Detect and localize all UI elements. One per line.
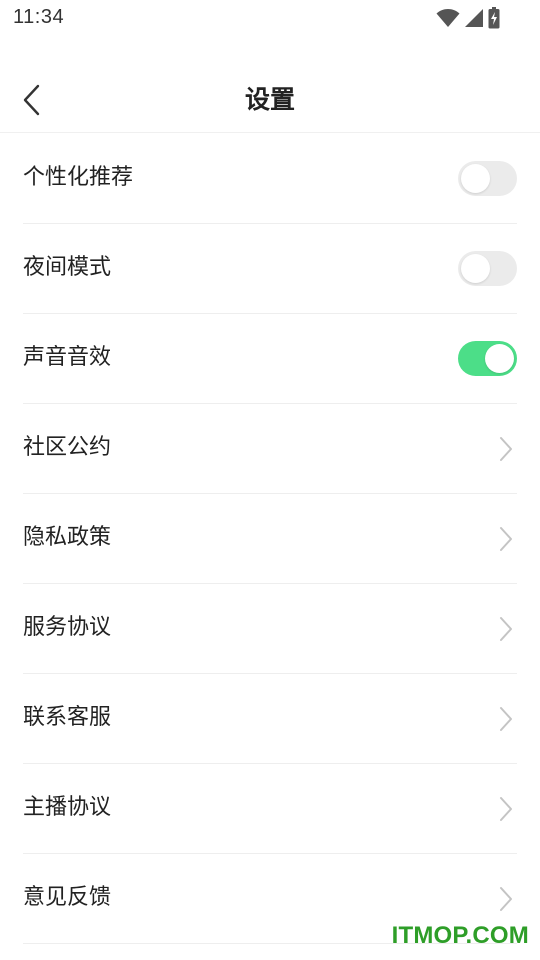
toggle-knob [485, 344, 514, 373]
signal-icon [465, 9, 483, 27]
setting-streamer-agreement[interactable]: 主播协议 [23, 764, 517, 854]
toggle-knob [461, 164, 490, 193]
status-time: 11:34 [13, 6, 65, 28]
setting-label: 服务协议 [23, 615, 112, 640]
setting-label: 声音音效 [23, 345, 112, 370]
chevron-right-icon [500, 437, 512, 461]
watermark: ITMOP.COM [391, 922, 529, 949]
chevron-right-icon [500, 707, 512, 731]
sound-effects-toggle[interactable] [458, 341, 517, 376]
chevron-right-icon [500, 527, 512, 551]
setting-label: 意见反馈 [23, 885, 112, 910]
status-icons [436, 7, 500, 29]
night-mode-toggle[interactable] [458, 251, 517, 286]
setting-night-mode: 夜间模式 [23, 224, 517, 314]
setting-contact-support[interactable]: 联系客服 [23, 674, 517, 764]
battery-charging-icon [488, 7, 500, 29]
setting-label: 个性化推荐 [23, 165, 134, 190]
setting-personalized-recommendation: 个性化推荐 [23, 134, 517, 224]
wifi-icon [436, 9, 460, 27]
personalized-recommendation-toggle[interactable] [458, 161, 517, 196]
setting-label: 社区公约 [23, 435, 112, 460]
setting-label: 隐私政策 [23, 525, 112, 550]
toggle-knob [461, 254, 490, 283]
status-bar: 11:34 [0, 0, 540, 36]
settings-list: 个性化推荐 夜间模式 声音音效 社区公约 隐私政策 服务协议 联系客服 主播协议… [23, 134, 517, 944]
header: 设置 [0, 66, 540, 133]
page-title: 设置 [244, 85, 295, 114]
chevron-right-icon [500, 887, 512, 911]
setting-privacy-policy[interactable]: 隐私政策 [23, 494, 517, 584]
setting-community-guidelines[interactable]: 社区公约 [23, 404, 517, 494]
setting-service-agreement[interactable]: 服务协议 [23, 584, 517, 674]
chevron-right-icon [500, 797, 512, 821]
setting-label: 联系客服 [23, 705, 112, 730]
setting-sound-effects: 声音音效 [23, 314, 517, 404]
setting-label: 主播协议 [23, 795, 112, 820]
chevron-right-icon [500, 617, 512, 641]
setting-label: 夜间模式 [23, 255, 112, 280]
